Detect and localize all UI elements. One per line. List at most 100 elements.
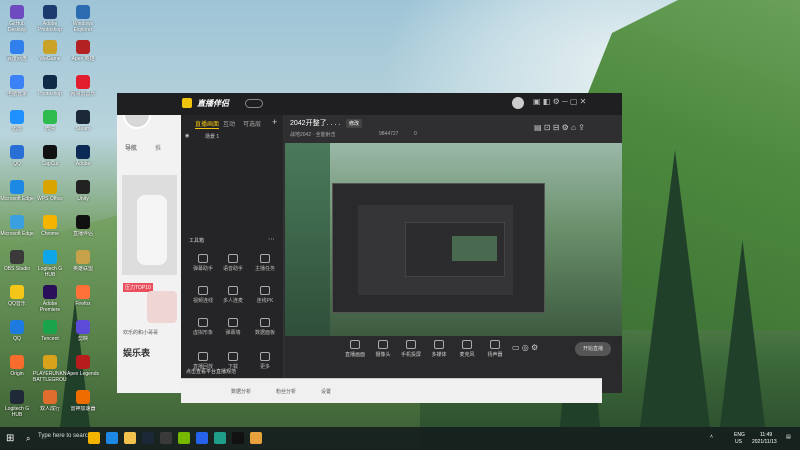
streamer-thumbnail[interactable] [147, 291, 177, 323]
tray-chevron-icon[interactable]: ˄ [710, 434, 713, 440]
app-icon [43, 145, 57, 159]
desktop-icon[interactable]: Logitech G HUB [0, 390, 34, 424]
toolbar-mic-button[interactable]: 麦克风 [452, 340, 482, 358]
desktop-icon[interactable]: 微信 [33, 110, 67, 144]
toolbar-phone-button[interactable]: 手机投屏 [396, 340, 426, 358]
tray-region[interactable]: US [735, 439, 742, 445]
tool-avatar[interactable]: 虚拟形象 [188, 318, 218, 336]
tool-danmu[interactable]: 弹幕助手 [188, 254, 218, 272]
toolbar-screen-button[interactable]: 直播画面 [340, 340, 370, 358]
desktop-icon[interactable]: Adobe Premiere [33, 285, 67, 319]
tool-voice[interactable]: 语音助手 [218, 254, 248, 272]
desktop-icon[interactable]: 电脑管家 [0, 75, 34, 109]
desktop-icon[interactable]: 雷神加速器 [66, 390, 100, 424]
desktop-icon[interactable]: Photoshop [33, 75, 67, 109]
nav-tab-1[interactable]: 推 [155, 143, 161, 152]
tray-date[interactable]: 2021/11/13 [752, 439, 777, 445]
strip-item-0[interactable]: 数据分析 [231, 388, 251, 395]
taskbar-terminal-icon[interactable] [214, 432, 226, 444]
tool-pk[interactable]: 连线PK [250, 286, 280, 304]
header-action-icons[interactable]: ▤ ⊡ ⊟ ⚙ ⌂ ⇪ [534, 123, 585, 132]
taskbar-geforce-icon[interactable] [178, 432, 190, 444]
desktop-icon[interactable]: Logitech G HUB [33, 250, 67, 284]
user-avatar-icon[interactable] [512, 97, 524, 109]
desktop-icon[interactable]: QQ [0, 145, 34, 179]
taskbar-edge-icon[interactable] [106, 432, 118, 444]
tray-lang[interactable]: ENG [734, 432, 745, 438]
desktop-icon[interactable]: Firefox [66, 285, 100, 319]
tab-scene[interactable]: 直播画面 [195, 119, 220, 129]
strip-item-1[interactable]: 粉丝分析 [276, 388, 296, 395]
notice-text[interactable]: 点击查看平台直播规范 [186, 368, 236, 375]
notification-icon[interactable]: ▤ [786, 434, 791, 440]
search-input[interactable]: Type here to search [38, 433, 91, 439]
toolbar-speaker-button[interactable]: 扬声器 [480, 340, 510, 358]
desktop-icon[interactable]: Apex Legends [66, 355, 100, 389]
add-scene-button[interactable]: + [272, 117, 277, 127]
desktop-icon[interactable]: QQ音乐 [0, 285, 34, 319]
desktop-icon[interactable]: Adobe [66, 145, 100, 179]
taskbar-teams-icon[interactable] [196, 432, 208, 444]
taskbar-companion-icon[interactable] [250, 432, 262, 444]
tool-more[interactable]: 更多 [250, 352, 280, 370]
toolbar-camera-button[interactable]: 摄像头 [368, 340, 398, 358]
game-tag[interactable]: 战地2042 · 全能射击 [290, 131, 336, 138]
desktop-icon[interactable]: 双人成行 [33, 390, 67, 424]
desktop-icon[interactable]: Adobe Photoshop [33, 5, 67, 39]
desktop-icon[interactable]: Microsoft Edge [0, 180, 34, 214]
desktop-icon[interactable]: 网易云音乐 [66, 75, 100, 109]
desktop-icon[interactable]: 迅雷 [0, 110, 34, 144]
toolbox-more-icon[interactable]: ⋯ [268, 235, 275, 243]
desktop-icon[interactable]: QQ [0, 320, 34, 354]
desktop-icon-label: QQ音乐 [8, 301, 26, 307]
desktop-icon[interactable]: 剪映 [66, 320, 100, 354]
toolbar-label: 摄像头 [375, 352, 391, 358]
desktop-icon[interactable]: 英雄联盟 [66, 250, 100, 284]
taskbar-steam-icon[interactable] [142, 432, 154, 444]
taskbar-chrome-icon[interactable] [88, 432, 100, 444]
stream-thumbnail[interactable] [122, 175, 177, 275]
desktop-icon[interactable]: Windows Explorer [66, 5, 100, 39]
tool-wall[interactable]: 弹幕墙 [218, 318, 248, 336]
desktop-icon[interactable]: OBS Studio [0, 250, 34, 284]
desktop-icon[interactable]: Chrome [33, 215, 67, 249]
desktop-icon[interactable]: GitHub Desktop [0, 5, 34, 39]
eye-icon[interactable]: ◉ [185, 133, 189, 139]
desktop-icon[interactable]: CapCut [33, 145, 67, 179]
scene-item[interactable]: 场景 1 [205, 133, 219, 140]
desktop-icon[interactable]: Origin [0, 355, 34, 389]
toolbar-media-button[interactable]: 多媒体 [424, 340, 454, 358]
start-button-icon[interactable]: ⊞ [6, 433, 14, 444]
app-logo-icon [182, 98, 192, 108]
desktop-icon[interactable]: WeGame [33, 40, 67, 74]
stats-count: 9844727 [379, 131, 399, 137]
tool-data[interactable]: 数据面板 [250, 318, 280, 336]
tab-interact[interactable]: 互动 [223, 119, 235, 128]
tool-video-link[interactable]: 视频连线 [188, 286, 218, 304]
tool-multi-mic[interactable]: 多人连麦 [218, 286, 248, 304]
tray-time[interactable]: 11:49 [760, 432, 772, 438]
taskbar-obs-icon[interactable] [160, 432, 172, 444]
desktop-icon[interactable]: 百度网盘 [0, 40, 34, 74]
desktop-icon-label: Microsoft Edge [0, 231, 34, 237]
start-live-button[interactable]: 开始直播 [575, 342, 611, 356]
toolbar-extra-icons[interactable]: ▭ ◎ ⚙ [512, 343, 538, 352]
tab-layers[interactable]: 可选层 [243, 119, 261, 128]
nav-tab-0[interactable]: 导航 [125, 143, 137, 152]
desktop-icon[interactable]: Steam [66, 110, 100, 144]
desktop-icon[interactable]: 直播伴侣 [66, 215, 100, 249]
desktop-icon[interactable]: WPS Office [33, 180, 67, 214]
tool-task[interactable]: 主播任务 [250, 254, 280, 272]
edit-title-button[interactable]: 修改 [346, 119, 363, 128]
window-controls[interactable]: ▣ ◧ ⚙ ─ ▢ ✕ [533, 97, 586, 106]
desktop-icon[interactable]: Apex 英雄 [66, 40, 100, 74]
desktop-icon[interactable]: Microsoft Edge [0, 215, 34, 249]
taskbar-douyin-icon[interactable] [232, 432, 244, 444]
search-icon[interactable]: ⌕ [26, 434, 30, 444]
desktop-icon[interactable]: PLAYERUNKNOWN'S BATTLEGROUNDS [33, 355, 67, 389]
strip-item-2[interactable]: 设置 [321, 388, 331, 395]
taskbar-explorer-icon[interactable] [124, 432, 136, 444]
desktop-icon-label: 电脑管家 [6, 91, 27, 97]
desktop-icon[interactable]: Unity [66, 180, 100, 214]
desktop-icon[interactable]: Tencent [33, 320, 67, 354]
